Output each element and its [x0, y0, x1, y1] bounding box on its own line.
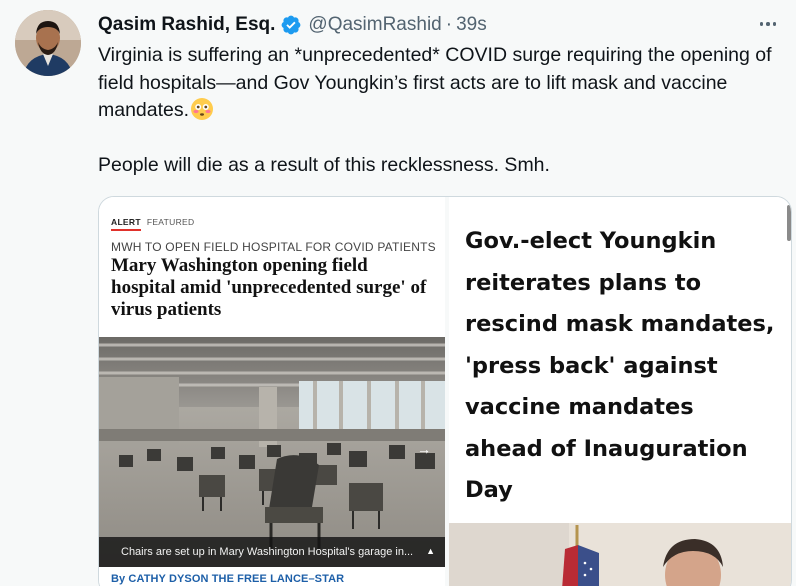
- author-avatar[interactable]: [15, 10, 81, 76]
- media-image-right[interactable]: Gov.-elect Youngkin reiterates plans to …: [449, 197, 791, 586]
- author-handle[interactable]: @QasimRashid: [308, 14, 441, 36]
- tweet-text-paragraph-2: People will die as a result of this reck…: [98, 153, 550, 176]
- tweet[interactable]: Qasim Rashid, Esq. @QasimRashid · 39s Vi…: [0, 0, 796, 586]
- governor-photo: [449, 523, 791, 586]
- media-image-left[interactable]: ALERT FEATURED MWH TO OPEN FIELD HOSPITA…: [99, 197, 445, 586]
- separator-dot: ·: [445, 14, 453, 35]
- next-image-arrow-icon[interactable]: →: [417, 441, 431, 457]
- article-tags: ALERT FEATURED: [111, 217, 194, 231]
- timestamp[interactable]: 39s: [456, 14, 487, 36]
- more-options-icon[interactable]: [754, 14, 782, 34]
- caption-expand-icon[interactable]: ▲: [426, 546, 435, 556]
- verified-badge-icon: [280, 14, 302, 36]
- photo-caption-text: Chairs are set up in Mary Washington Hos…: [121, 546, 414, 558]
- featured-tag: FEATURED: [146, 217, 195, 227]
- scrollbar[interactable]: [787, 205, 791, 241]
- article-headline: Mary Washington opening field hospital a…: [111, 255, 427, 320]
- tweet-text: Virginia is suffering an *unprecedented*…: [98, 42, 788, 179]
- article-byline: By CATHY DYSON THE FREE LANCE–STAR: [111, 573, 345, 585]
- tweet-media[interactable]: ALERT FEATURED MWH TO OPEN FIELD HOSPITA…: [98, 196, 792, 586]
- flushed-face-icon: [190, 97, 214, 121]
- alert-tag: ALERT: [111, 217, 141, 231]
- field-hospital-photo: →: [99, 337, 445, 567]
- news-headline: Gov.-elect Youngkin reiterates plans to …: [465, 228, 775, 503]
- photo-caption[interactable]: Chairs are set up in Mary Washington Hos…: [99, 537, 445, 567]
- article-kicker: MWH TO OPEN FIELD HOSPITAL FOR COVID PAT…: [111, 240, 436, 254]
- tweet-header: Qasim Rashid, Esq. @QasimRashid · 39s: [98, 12, 487, 38]
- author-name[interactable]: Qasim Rashid, Esq.: [98, 14, 275, 36]
